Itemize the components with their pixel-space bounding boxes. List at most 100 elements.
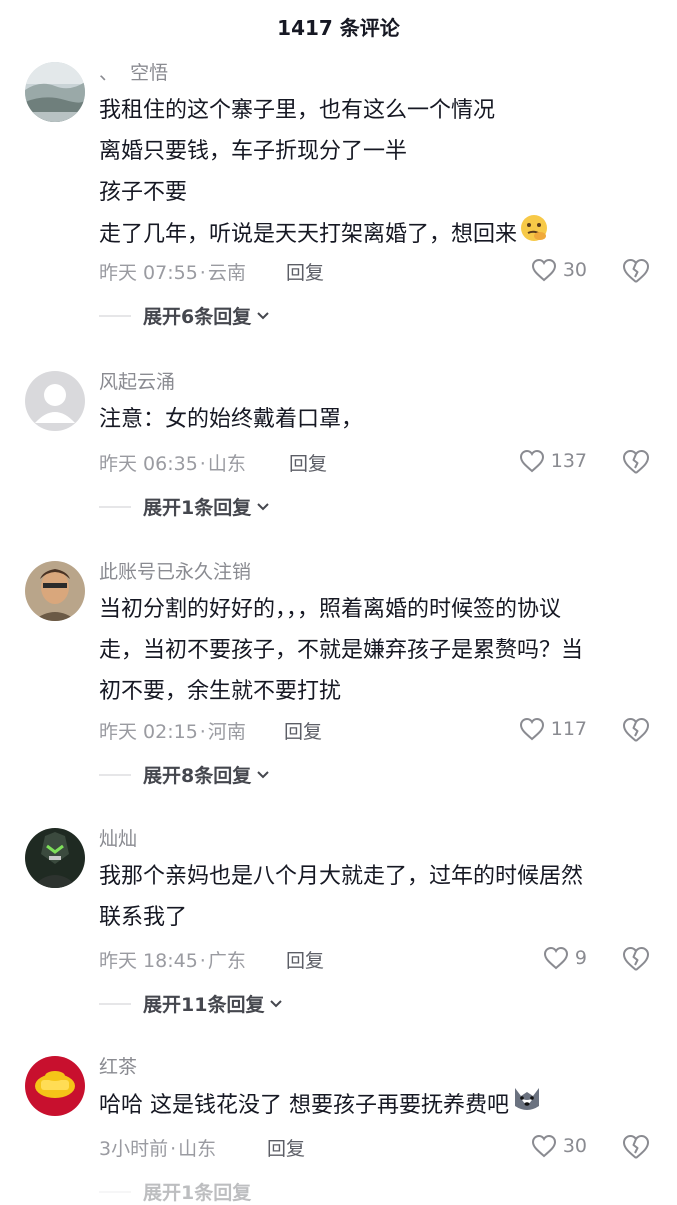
reply-button[interactable]: 回复 — [289, 449, 327, 476]
meta-separator: · — [199, 950, 206, 972]
comment-line: 走，当初不要孩子，不就是嫌弃孩子是累赘吗？当 — [99, 638, 584, 663]
comment-meta: 昨天 06:35 · 山东 — [99, 449, 246, 476]
avatar[interactable] — [25, 828, 85, 888]
comment-line: 离婚只要钱，车子折现分了一半 — [99, 139, 408, 164]
thinking-face-emoji — [519, 213, 549, 257]
comment-line: 我租住的这个寨子里，也有这么一个情况 — [99, 98, 496, 123]
meta-separator: · — [199, 453, 206, 475]
heart-icon — [531, 1134, 556, 1158]
comment-line: 联系我了 — [99, 905, 188, 930]
comment-text: 哈哈 这是钱花没了 想要孩子再要抚养费吧 — [99, 1084, 651, 1128]
dislike-button[interactable] — [622, 1134, 650, 1162]
comment-location: 广东 — [207, 950, 246, 972]
heart-icon — [543, 946, 568, 970]
expand-replies-button[interactable]: 展开6条回复 — [99, 302, 271, 329]
comment-meta: 昨天 07:55 · 云南 — [99, 258, 246, 285]
comment-username[interactable]: 此账号已永久注销 — [99, 557, 251, 584]
like-button[interactable]: 30 — [531, 1134, 587, 1158]
like-count: 137 — [550, 450, 587, 472]
expand-replies-label: 展开1条回复 — [143, 497, 252, 519]
chevron-down-icon — [257, 770, 269, 778]
comment-location: 河南 — [207, 721, 246, 743]
avatar[interactable] — [25, 1056, 85, 1116]
comment-time: 3小时前 — [99, 1138, 169, 1160]
meta-separator: · — [199, 721, 206, 743]
like-count: 30 — [562, 1135, 587, 1157]
comment-location: 山东 — [207, 453, 246, 475]
comment-location: 山东 — [178, 1138, 217, 1160]
broken-heart-icon — [623, 718, 649, 742]
chevron-down-icon — [257, 311, 269, 319]
expand-divider — [99, 1002, 131, 1005]
dislike-button[interactable] — [622, 449, 650, 477]
expand-replies-label: 展开1条回复 — [143, 1182, 252, 1204]
expand-replies-label: 展开6条回复 — [143, 306, 252, 328]
comment-line: 初不要，余生就不要打扰 — [99, 679, 342, 704]
expand-replies-button[interactable]: 展开1条回复 — [99, 1178, 251, 1205]
comment-line: 我那个亲妈也是八个月大就走了，过年的时候居然 — [99, 864, 584, 889]
reply-button[interactable]: 回复 — [286, 946, 324, 973]
avatar[interactable] — [25, 371, 85, 431]
comment-time: 昨天 18:45 — [99, 950, 198, 972]
expand-divider — [99, 773, 131, 776]
comment-location: 云南 — [207, 262, 246, 284]
comment-time: 昨天 07:55 — [99, 262, 198, 284]
reply-button[interactable]: 回复 — [286, 258, 324, 285]
avatar[interactable] — [25, 561, 85, 621]
expand-replies-button[interactable]: 展开1条回复 — [99, 493, 271, 520]
husky-dog-emoji — [511, 1084, 543, 1128]
comment-username[interactable]: 红茶 — [99, 1052, 137, 1079]
like-button[interactable]: 30 — [531, 258, 587, 282]
expand-replies-button[interactable]: 展开11条回复 — [99, 990, 284, 1017]
like-button[interactable]: 137 — [519, 449, 587, 473]
expand-replies-button[interactable]: 展开8条回复 — [99, 761, 271, 788]
broken-heart-icon — [623, 259, 649, 283]
comment-line: 走了几年，听说是天天打架离婚了，想回来 — [99, 222, 518, 247]
comment-meta: 昨天 02:15 · 河南 — [99, 717, 246, 744]
comment-line: 注意：女的始终戴着口罩， — [99, 407, 364, 432]
dislike-button[interactable] — [622, 717, 650, 745]
comment-meta: 昨天 18:45 · 广东 — [99, 946, 246, 973]
comments-header-title: 1417 条评论 — [277, 16, 400, 40]
comment-line: 孩子不要 — [99, 180, 188, 205]
comment-time: 昨天 06:35 — [99, 453, 198, 475]
heart-icon — [519, 449, 544, 473]
meta-separator: · — [170, 1138, 177, 1160]
like-count: 117 — [550, 718, 587, 740]
comment-line-wrapper: 哈哈 这是钱花没了 想要孩子再要抚养费吧 — [99, 1084, 651, 1128]
dislike-button[interactable] — [622, 946, 650, 974]
expand-replies-label: 展开8条回复 — [143, 765, 252, 787]
comment-username[interactable]: 、 空悟 — [99, 58, 168, 85]
comment-text: 注意：女的始终戴着口罩， — [99, 399, 651, 440]
comment-text: 当初分割的好好的，，，照着离婚的时候签的协议 走，当初不要孩子，不就是嫌弃孩子是… — [99, 589, 651, 712]
broken-heart-icon — [623, 450, 649, 474]
expand-divider — [99, 505, 131, 508]
like-button[interactable]: 9 — [543, 946, 587, 970]
broken-heart-icon — [623, 1135, 649, 1159]
comment-text: 我租住的这个寨子里，也有这么一个情况 离婚只要钱，车子折现分了一半 孩子不要 走… — [99, 90, 651, 257]
comment-line: 当初分割的好好的，，，照着离婚的时候签的协议 — [99, 597, 562, 622]
comment-meta: 3小时前 · 山东 — [99, 1134, 216, 1161]
meta-separator: · — [199, 262, 206, 284]
heart-icon — [519, 717, 544, 741]
like-button[interactable]: 117 — [519, 717, 587, 741]
comment-time: 昨天 02:15 — [99, 721, 198, 743]
expand-replies-label: 展开11条回复 — [143, 994, 265, 1016]
reply-button[interactable]: 回复 — [284, 717, 322, 744]
expand-divider — [99, 314, 131, 317]
chevron-down-icon — [257, 502, 269, 510]
expand-divider — [99, 1190, 131, 1193]
comment-line-wrapper: 走了几年，听说是天天打架离婚了，想回来 — [99, 213, 651, 257]
reply-button[interactable]: 回复 — [267, 1134, 305, 1161]
broken-heart-icon — [623, 947, 649, 971]
comment-username[interactable]: 灿灿 — [99, 824, 137, 851]
comment-line: 哈哈 这是钱花没了 想要孩子再要抚养费吧 — [99, 1093, 509, 1118]
comment-username[interactable]: 风起云涌 — [99, 367, 175, 394]
comment-text: 我那个亲妈也是八个月大就走了，过年的时候居然 联系我了 — [99, 856, 651, 938]
like-count: 30 — [562, 259, 587, 281]
heart-icon — [531, 258, 556, 282]
dislike-button[interactable] — [622, 258, 650, 286]
chevron-down-icon — [270, 999, 283, 1007]
like-count: 9 — [574, 947, 587, 969]
avatar[interactable] — [25, 62, 85, 122]
